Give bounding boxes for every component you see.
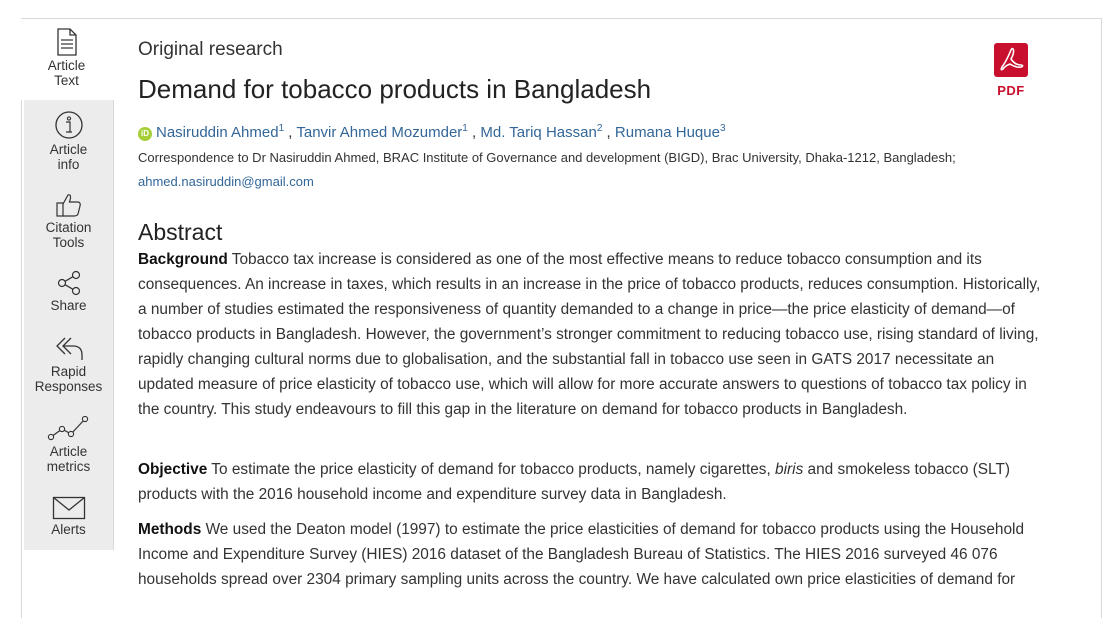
author-affiliation: 1 — [278, 123, 285, 134]
document-icon — [56, 28, 77, 56]
author-list: iD Nasiruddin Ahmed1 , Tanvir Ahmed Mozum… — [138, 123, 726, 141]
orcid-icon[interactable]: iD — [138, 127, 152, 141]
author-affiliation: 2 — [596, 123, 603, 134]
envelope-icon — [52, 496, 85, 520]
correspondence: Correspondence to Dr Nasiruddin Ahmed, B… — [138, 150, 956, 165]
sidebar-item-label: Alerts — [51, 522, 86, 537]
section-text: Tobacco tax increase is considered as on… — [138, 251, 1041, 418]
line-chart-icon — [47, 415, 88, 441]
section-label: Methods — [138, 521, 202, 538]
author-link[interactable]: Rumana Huque — [615, 124, 720, 141]
sidebar-item-share[interactable]: Share — [24, 270, 113, 313]
share-icon — [57, 270, 80, 296]
author-link[interactable]: Tanvir Ahmed Mozumder — [296, 124, 462, 141]
abstract-objective: Objective To estimate the price elastici… — [138, 457, 1048, 507]
section-label: Objective — [138, 461, 208, 478]
sidebar-item-label: Responses — [34, 379, 103, 394]
sidebar-item-rapid-responses[interactable]: Rapid Responses — [24, 334, 113, 394]
pdf-download-button[interactable]: PDF — [992, 43, 1030, 98]
sidebar-item-label: Share — [50, 298, 87, 313]
sidebar-item-alerts[interactable]: Alerts — [24, 496, 113, 537]
sidebar-item-article-info[interactable]: Article info — [24, 110, 113, 172]
sidebar-item-label: metrics — [46, 459, 91, 474]
thumbs-up-icon — [55, 194, 81, 217]
author-affiliation: 3 — [719, 123, 726, 134]
author-link[interactable]: Md. Tariq Hassan — [480, 124, 596, 141]
sidebar-item-label: Rapid — [50, 364, 87, 379]
author-link[interactable]: Nasiruddin Ahmed — [156, 124, 279, 141]
page-title: Demand for tobacco products in Banglades… — [138, 74, 652, 104]
section-text: To estimate the price elasticity of dema… — [211, 461, 771, 478]
sidebar-item-label: Article — [49, 444, 88, 459]
pdf-label: PDF — [997, 83, 1025, 98]
reply-icon — [55, 337, 83, 360]
sidebar-item-article-text[interactable]: Article Text — [22, 28, 111, 88]
sidebar-item-label: Text — [54, 73, 79, 88]
abstract-heading: Abstract — [138, 219, 223, 245]
abstract-methods: Methods We used the Deaton model (1997) … — [138, 517, 1048, 592]
abstract-background: Background Tobacco tax increase is consi… — [138, 247, 1048, 422]
sidebar-item-label: Citation — [45, 220, 92, 235]
sidebar-item-label: Tools — [52, 235, 85, 250]
section-text-italic: biris — [775, 461, 804, 478]
section-text: We used the Deaton model (1997) to estim… — [138, 521, 1025, 588]
sidebar-item-label: Article — [49, 142, 88, 157]
sidebar-item-label: Article — [47, 58, 86, 73]
sidebar-item-label: info — [57, 157, 80, 172]
pdf-icon — [994, 43, 1028, 77]
email-link[interactable]: ahmed.nasiruddin@gmail.com — [138, 174, 314, 189]
article-type: Original research — [138, 39, 283, 60]
sidebar-item-citation-tools[interactable]: Citation Tools — [24, 192, 113, 250]
info-icon — [54, 111, 83, 139]
section-label: Background — [138, 251, 228, 268]
author-affiliation: 1 — [462, 123, 468, 134]
sidebar-item-article-metrics[interactable]: Article metrics — [24, 414, 113, 474]
